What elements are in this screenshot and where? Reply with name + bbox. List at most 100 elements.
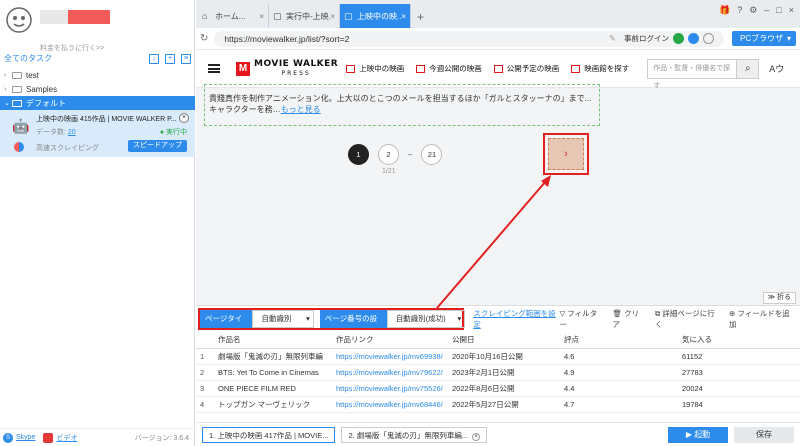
nav-upcoming[interactable]: 公開予定の映画	[493, 63, 559, 74]
data-count-label: データ数:	[36, 129, 66, 136]
tab-home[interactable]: ⌂ ホーム... ×	[198, 4, 269, 28]
cell-likes[interactable]: 20024	[678, 380, 800, 397]
column-header[interactable]: 気に入る	[678, 332, 800, 349]
cell-likes[interactable]: 27783	[678, 364, 800, 381]
cell-link[interactable]: https://moviewalker.jp/mv69938/	[332, 348, 448, 365]
column-header[interactable]: 公開日	[448, 332, 560, 349]
cell-date[interactable]: 2022年8月6日公開	[448, 380, 560, 397]
site-search-input[interactable]: 作品・監督・俳優名で探す	[647, 58, 738, 90]
site-logo[interactable]: M MOVIE WALKER PRESS	[236, 59, 338, 78]
speed-up-button[interactable]: スピードアップ	[128, 140, 187, 152]
tab-running[interactable]: ▢ 実行中-上映... ×	[269, 4, 340, 28]
column-header[interactable]: 作品リンク	[332, 332, 448, 349]
folder-default[interactable]: ⌄ デフォルト	[0, 96, 195, 110]
reload-icon[interactable]: ↻	[200, 33, 208, 44]
new-tab-icon[interactable]: +	[411, 10, 430, 28]
filter-button[interactable]: ▽ フィルター	[559, 308, 602, 330]
cell-title[interactable]: ONE PIECE FILM RED	[214, 380, 332, 397]
skype-link[interactable]: Skype	[16, 434, 35, 441]
edit-icon[interactable]: ✎	[609, 33, 616, 44]
export-icon[interactable]: ≡	[181, 53, 191, 64]
cell-score[interactable]: 4.4	[560, 380, 678, 397]
close-window-icon[interactable]: ×	[789, 5, 794, 16]
cell-link[interactable]: https://moviewalker.jp/mv68446/	[332, 396, 448, 413]
table-row[interactable]: 4 トップガン マーヴェリック https://moviewalker.jp/m…	[196, 396, 800, 413]
cell-link[interactable]: https://moviewalker.jp/mv75526/	[332, 380, 448, 397]
video-link[interactable]: ビデオ	[56, 433, 77, 443]
save-button[interactable]: 保存	[734, 426, 794, 443]
page-2[interactable]: 2	[378, 144, 399, 165]
browser: ⌂ ホーム... × ▢ 実行中-上映... × ▢ 上映中の映... × + …	[196, 0, 800, 305]
column-header[interactable]: 評点	[560, 332, 678, 349]
maximize-icon[interactable]: □	[776, 5, 781, 16]
page-last[interactable]: 21	[421, 144, 443, 165]
page-number-select[interactable]: 自動識別(成功)	[386, 310, 466, 328]
task-title[interactable]: 上映中の映画 415作品 | MOVIE WALKER P...	[36, 114, 176, 124]
cell-score[interactable]: 4.9	[560, 364, 678, 381]
folder-samples[interactable]: › Samples	[0, 82, 195, 96]
cell-likes[interactable]: 61152	[678, 348, 800, 365]
url-bar[interactable]: https://moviewalker.jp/list/?sort=2 ✎ 事前…	[214, 30, 724, 47]
settings-icon[interactable]: ⚙	[749, 5, 757, 16]
url-text[interactable]: https://moviewalker.jp/list/?sort=2	[224, 34, 349, 44]
cell-link[interactable]: https://moviewalker.jp/mv79622/	[332, 364, 448, 381]
page-1[interactable]: 1	[348, 144, 369, 165]
table-row[interactable]: 3 ONE PIECE FILM RED https://moviewalker…	[196, 380, 800, 397]
import-icon[interactable]: ↓	[149, 53, 159, 64]
gift-icon[interactable]: 🎁	[719, 5, 730, 16]
cell-title[interactable]: 劇場版「鬼滅の刃」無限列車編	[214, 348, 332, 365]
login-button[interactable]: 事前ログイン	[624, 33, 669, 44]
cell-title[interactable]: トップガン マーヴェリック	[214, 396, 332, 413]
cell-title[interactable]: BTS: Yet To Come in Cinemas	[214, 364, 332, 381]
all-tasks-label[interactable]: 全てのタスク	[4, 53, 143, 64]
clear-button[interactable]: 🗑 クリア	[612, 308, 644, 330]
search-icon[interactable]: ⌕	[737, 58, 760, 79]
task-card[interactable]: 🤖 上映中の映画 415作品 | MOVIE WALKER P... × データ…	[0, 110, 195, 157]
help-icon[interactable]: ?	[737, 5, 742, 16]
table-row[interactable]: 2 BTS: Yet To Come in Cinemas https://mo…	[196, 364, 800, 381]
more-link[interactable]: もっと見る	[281, 105, 321, 114]
tab-current[interactable]: ▢ 上映中の映... ×	[340, 4, 411, 28]
page-type-select[interactable]: 自動識別	[252, 310, 314, 328]
detail-page-button[interactable]: ⧉ 詳細ページに行く	[655, 308, 719, 330]
cell-score[interactable]: 4.7	[560, 396, 678, 413]
close-icon[interactable]: ×	[330, 12, 335, 21]
cell-date[interactable]: 2023年2月1日公開	[448, 364, 560, 381]
column-header[interactable]: 作品名	[214, 332, 332, 349]
nav-theaters[interactable]: 映画館を探す	[571, 63, 629, 74]
site-header: M MOVIE WALKER PRESS 上映中の映画 今週公開の映画 公開予定…	[196, 50, 800, 90]
avatar[interactable]	[5, 6, 33, 34]
proxy-icon[interactable]	[688, 33, 699, 44]
step-tab-1[interactable]: 1. 上映中の映画 417作品 | MOVIE...	[202, 426, 336, 443]
cell-score[interactable]: 4.6	[560, 348, 678, 365]
folder-test[interactable]: › test	[0, 68, 195, 82]
next-page-highlight: ›	[543, 133, 589, 175]
movie-snippet[interactable]: 貴賤真作を制作アニメーション化。上大以のとこつのメールを担当するほか「ガルとスタ…	[204, 84, 600, 126]
cell-likes[interactable]: 19784	[678, 396, 800, 413]
scraping-range-link[interactable]: スクレイピング範囲を設定	[473, 308, 559, 330]
collapse-button[interactable]: ≫ 折る	[762, 292, 796, 304]
pc-browser-select[interactable]: PCブラウザ	[732, 31, 796, 46]
add-task-icon[interactable]: +	[165, 53, 175, 64]
extension-icon[interactable]	[703, 33, 714, 44]
step-tab-2[interactable]: 2. 劇場版「鬼滅の刃」無限列車編... ×	[341, 426, 488, 443]
next-page-button[interactable]: ›	[548, 138, 584, 170]
cell-date[interactable]: 2022年5月27日公開	[448, 396, 560, 413]
close-icon[interactable]: ×	[472, 432, 481, 441]
nav-this-week[interactable]: 今週公開の映画	[416, 63, 482, 74]
task-header: 全てのタスク ↓ + ≡	[0, 52, 195, 65]
close-icon[interactable]: ×	[259, 12, 264, 21]
version-label: バージョン: 3.6.4	[134, 434, 189, 442]
nav-now-showing[interactable]: 上映中の映画	[346, 63, 404, 74]
table-row[interactable]: 1 劇場版「鬼滅の刃」無限列車編 https://moviewalker.jp/…	[196, 348, 800, 365]
start-button[interactable]: ▶ 起動	[668, 426, 728, 443]
close-icon[interactable]: ×	[179, 113, 189, 123]
site-user-icon[interactable]: Aウ	[769, 62, 784, 75]
add-field-button[interactable]: ⊕ フィールドを追加	[729, 308, 794, 330]
menu-icon[interactable]	[208, 64, 220, 73]
status-icon[interactable]	[673, 33, 684, 44]
minimize-icon[interactable]: –	[764, 5, 769, 16]
data-count-value[interactable]: 20	[68, 129, 76, 136]
close-icon[interactable]: ×	[401, 12, 406, 21]
cell-date[interactable]: 2020年10月16日公開	[448, 348, 560, 365]
